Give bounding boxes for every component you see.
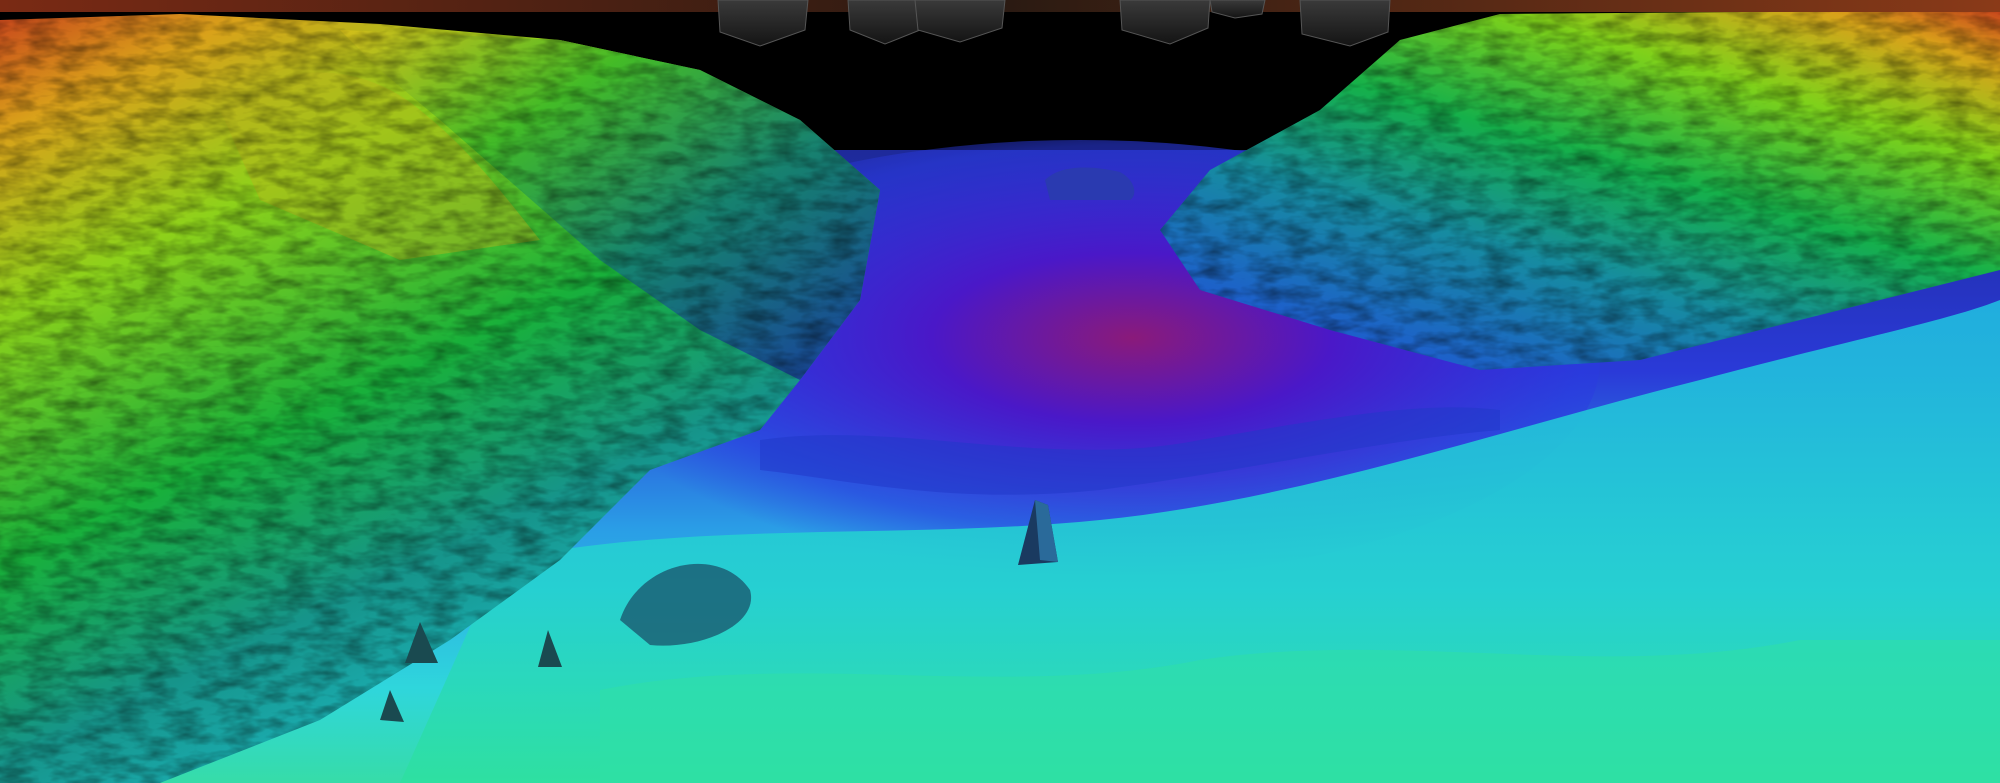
bathymetry-render <box>0 0 2000 783</box>
